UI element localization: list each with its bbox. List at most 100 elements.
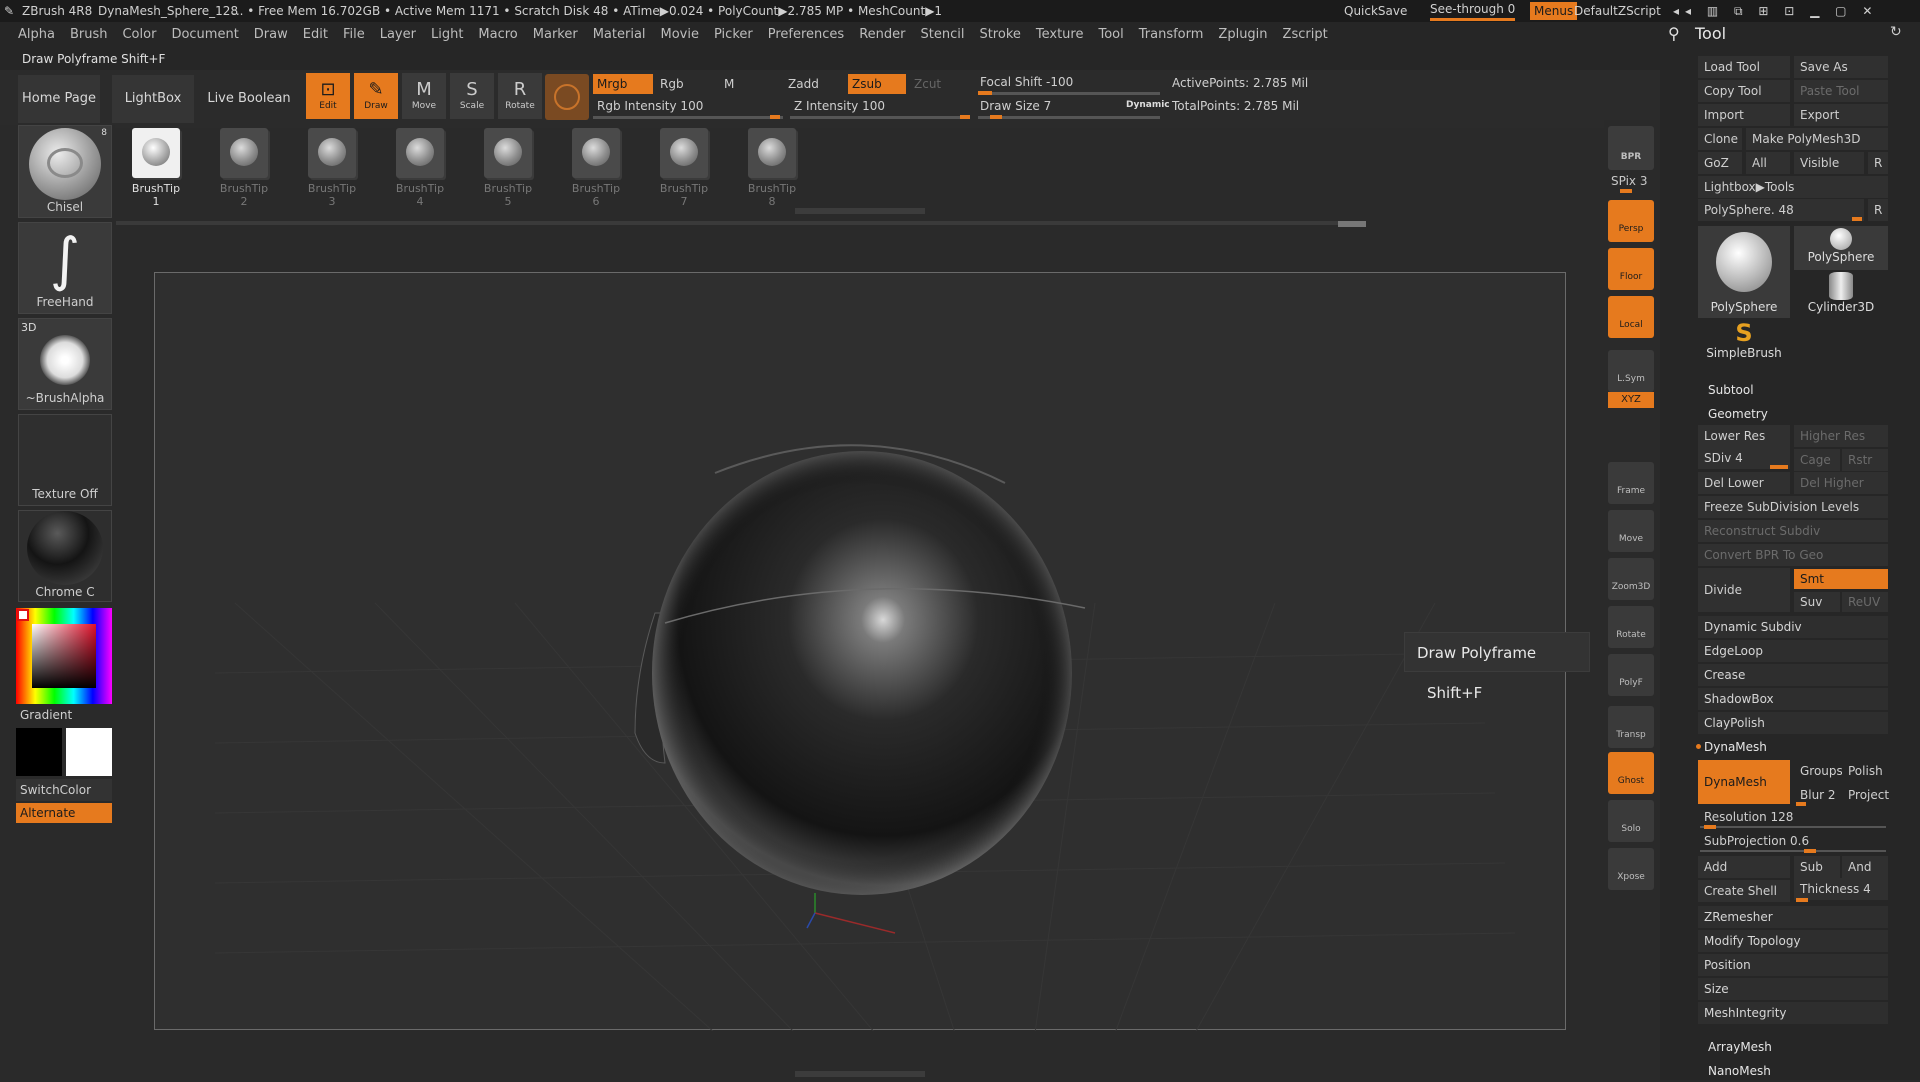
draw-size-slider[interactable]: Draw Size 7 xyxy=(976,96,1116,116)
arraymesh-section[interactable]: ArrayMesh xyxy=(1708,1036,1772,1058)
current-tool-knob[interactable] xyxy=(1852,217,1862,221)
zadd-toggle[interactable]: Zadd xyxy=(784,74,844,94)
menu-item[interactable]: Movie xyxy=(661,27,699,42)
import-button[interactable]: Import xyxy=(1698,104,1790,126)
subprojection-slider[interactable]: SubProjection 0.6 xyxy=(1698,830,1888,852)
secondary-color-swatch[interactable] xyxy=(16,728,62,776)
dynamesh-section[interactable]: DynaMesh xyxy=(1704,736,1767,758)
menu-item[interactable]: Zscript xyxy=(1283,27,1328,42)
current-tool-r-button[interactable]: R xyxy=(1868,199,1888,221)
menu-item[interactable]: File xyxy=(343,27,365,42)
gradient-label[interactable]: Gradient xyxy=(20,708,72,722)
m-toggle[interactable]: M xyxy=(720,74,780,94)
switchcolor-button[interactable]: SwitchColor xyxy=(16,779,112,801)
dynamesh-button[interactable]: DynaMesh xyxy=(1698,760,1790,804)
tool-scale-button[interactable]: S Scale xyxy=(450,73,494,119)
geometry-section[interactable]: Geometry xyxy=(1708,403,1768,425)
dynamesh-sphere[interactable] xyxy=(155,273,1567,1031)
view-zoom3d-button[interactable]: Zoom3D xyxy=(1608,558,1654,600)
rgb-toggle[interactable]: Rgb xyxy=(656,74,714,94)
quicksave-button[interactable]: QuickSave xyxy=(1344,0,1407,22)
z-intensity-knob[interactable] xyxy=(960,115,970,119)
menu-item[interactable]: Marker xyxy=(533,27,578,42)
subpanel-size[interactable]: Size xyxy=(1698,978,1888,1000)
current-tool-slider[interactable]: PolySphere. 48 xyxy=(1698,199,1864,221)
menu-item[interactable]: Alpha xyxy=(18,27,55,42)
mrgb-toggle[interactable]: Mrgb xyxy=(593,74,653,94)
view-floor-button[interactable]: Floor xyxy=(1608,248,1654,290)
menu-item[interactable]: Draw xyxy=(254,27,288,42)
color-saturation-square[interactable] xyxy=(32,624,96,688)
view-persp-button[interactable]: Persp xyxy=(1608,200,1654,242)
bpr-button[interactable]: BPR xyxy=(1608,126,1654,170)
create-shell-button[interactable]: Create Shell xyxy=(1698,880,1790,902)
sdiv-knob[interactable] xyxy=(1770,465,1788,469)
resolution-slider[interactable]: Resolution 128 xyxy=(1698,806,1888,828)
draw-size-knob[interactable] xyxy=(990,115,1002,119)
reconstruct-subdiv-button[interactable]: Reconstruct Subdiv xyxy=(1698,520,1888,542)
subpanel-shadowbox[interactable]: ShadowBox xyxy=(1698,688,1888,710)
tool-thumb-simplebrush[interactable]: S SimpleBrush xyxy=(1698,320,1790,364)
view-move-button[interactable]: Move xyxy=(1608,510,1654,552)
menu-item[interactable]: Light xyxy=(431,27,463,42)
menu-item[interactable]: Edit xyxy=(303,27,328,42)
draw-shape-button[interactable] xyxy=(545,74,589,120)
menu-item[interactable]: Macro xyxy=(478,27,517,42)
view-ghost-button[interactable]: Ghost xyxy=(1608,752,1654,794)
lightbox-tools-button[interactable]: Lightbox▶Tools xyxy=(1698,176,1888,198)
thickness-knob[interactable] xyxy=(1796,898,1808,902)
lower-res-button[interactable]: Lower Res xyxy=(1698,425,1790,447)
view-rotate-button[interactable]: Rotate xyxy=(1608,606,1654,648)
menu-item[interactable]: Layer xyxy=(380,27,416,42)
view-frame-button[interactable]: Frame xyxy=(1608,462,1654,504)
load-tool-button[interactable]: Load Tool xyxy=(1698,56,1790,78)
subpanel-crease[interactable]: Crease xyxy=(1698,664,1888,686)
pin-icon[interactable]: ⚲ xyxy=(1668,24,1680,43)
subpanel-modify-topology[interactable]: Modify Topology xyxy=(1698,930,1888,952)
view-xpose-button[interactable]: Xpose xyxy=(1608,848,1654,890)
nanomesh-section[interactable]: NanoMesh xyxy=(1708,1060,1771,1082)
menu-item[interactable]: Material xyxy=(593,27,646,42)
view-lsym-button[interactable]: L.Sym xyxy=(1608,350,1654,392)
menu-item[interactable]: Texture xyxy=(1036,27,1084,42)
document-viewport[interactable] xyxy=(154,272,1567,1031)
brush-selector[interactable]: 8 Chisel xyxy=(18,125,112,218)
subpanel-dynamic-subdiv[interactable]: Dynamic Subdiv xyxy=(1698,616,1888,638)
subpanel-edgeloop[interactable]: EdgeLoop xyxy=(1698,640,1888,662)
rstr-button[interactable]: Rstr xyxy=(1842,449,1888,471)
brush-tip-item[interactable]: BrushTip 5 xyxy=(480,128,536,208)
alpha-selector[interactable]: 3D ~BrushAlpha xyxy=(18,318,112,410)
brush-tip-item[interactable]: BrushTip 2 xyxy=(216,128,272,208)
focal-shift-slider[interactable]: Focal Shift -100 xyxy=(976,72,1161,92)
and-button[interactable]: And xyxy=(1842,856,1888,878)
tool-edit-button[interactable]: ⊡ Edit xyxy=(306,73,350,119)
tool-thumb-polysphere[interactable]: PolySphere xyxy=(1794,226,1888,270)
main-color-swatch[interactable] xyxy=(66,728,112,776)
goz-r-button[interactable]: R xyxy=(1868,152,1888,174)
view-local-button[interactable]: Local xyxy=(1608,296,1654,338)
tool-move-button[interactable]: M Move xyxy=(402,73,446,119)
tool-thumb-cylinder[interactable]: Cylinder3D xyxy=(1794,272,1888,318)
tool-draw-button[interactable]: ✎ Draw xyxy=(354,73,398,119)
home-page-button[interactable]: Home Page xyxy=(18,75,100,123)
color-picker[interactable] xyxy=(16,608,112,704)
shelf-scroll-thumb[interactable] xyxy=(1338,221,1366,227)
menu-item[interactable]: Document xyxy=(171,27,238,42)
default-zscript-button[interactable]: DefaultZScript xyxy=(1574,0,1661,22)
brush-tip-item[interactable]: BrushTip 1 xyxy=(128,128,184,208)
goz-all-button[interactable]: All xyxy=(1746,152,1790,174)
subpanel-position[interactable]: Position xyxy=(1698,954,1888,976)
view-transp-button[interactable]: Transp xyxy=(1608,706,1654,748)
seethrough-slider[interactable]: See-through 0 xyxy=(1430,0,1516,21)
live-boolean-button[interactable]: Live Boolean xyxy=(206,75,292,123)
dynamic-toggle[interactable]: Dynamic xyxy=(1126,100,1170,110)
top-scroll-handle[interactable] xyxy=(795,208,925,214)
spix-knob[interactable] xyxy=(1620,189,1632,193)
brush-tip-item[interactable]: BrushTip 3 xyxy=(304,128,360,208)
polish-toggle[interactable]: Polish xyxy=(1842,760,1888,782)
brush-tip-item[interactable]: BrushTip 6 xyxy=(568,128,624,208)
resolution-knob[interactable] xyxy=(1704,825,1716,829)
rgb-intensity-knob[interactable] xyxy=(770,115,780,119)
zcut-toggle[interactable]: Zcut xyxy=(910,74,968,94)
del-higher-button[interactable]: Del Higher xyxy=(1794,472,1888,494)
